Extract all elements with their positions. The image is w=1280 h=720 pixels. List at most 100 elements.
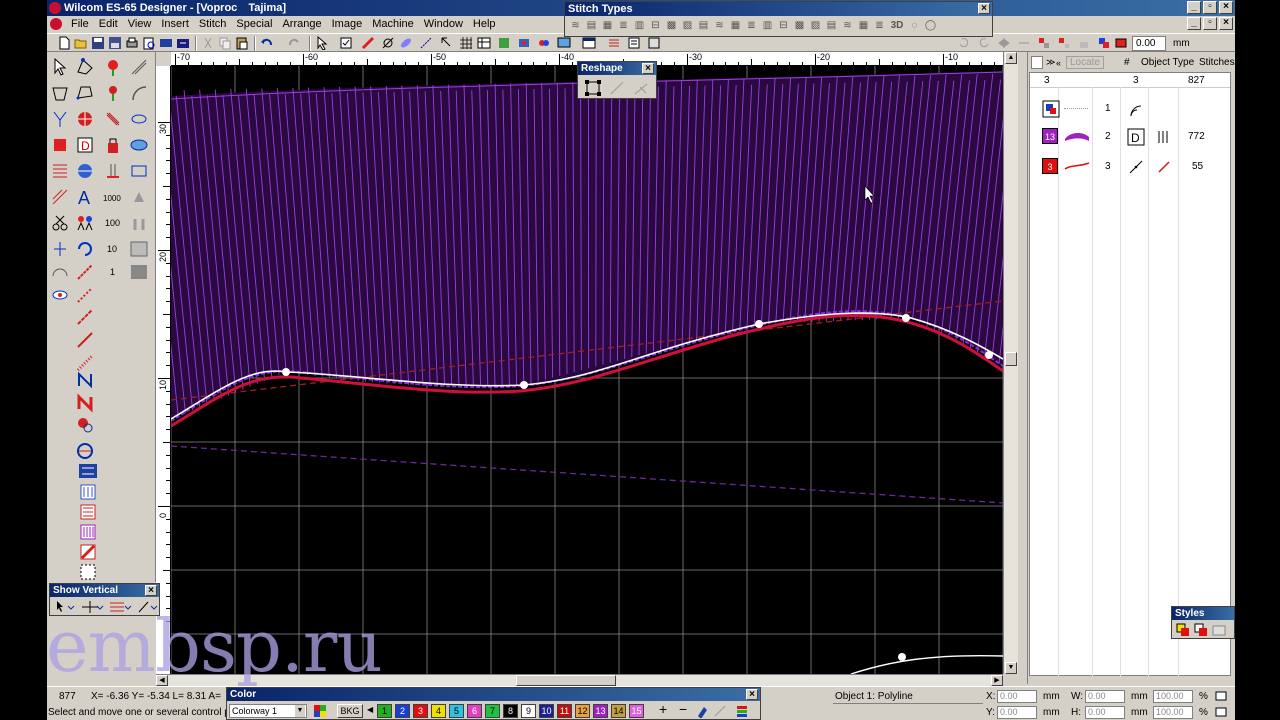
globe-blue-icon[interactable] — [75, 161, 95, 181]
panel-close-icon[interactable]: × — [1246, 57, 1252, 68]
reshape-close-button[interactable]: × — [642, 63, 654, 74]
select-arrow-icon[interactable] — [50, 57, 70, 77]
column-header-number[interactable]: # — [1124, 57, 1130, 68]
text-lettering-icon[interactable]: A — [75, 187, 95, 207]
fill-icon[interactable] — [399, 36, 413, 50]
paste-icon[interactable] — [235, 36, 249, 50]
program-split-icon[interactable]: ▦ — [601, 19, 614, 32]
stipple-run-icon[interactable]: ≋ — [713, 19, 726, 32]
monogram-icon[interactable] — [129, 187, 149, 207]
color-swatch-14[interactable]: 14 — [611, 704, 626, 718]
list-item-object-3[interactable]: 3 3 55 — [1030, 153, 1230, 181]
doc-restore-button[interactable]: ▫ — [1203, 17, 1217, 30]
lasso-icon[interactable] — [50, 83, 70, 103]
trapunto-icon[interactable]: ▨ — [809, 19, 822, 32]
knife-icon[interactable] — [50, 109, 70, 129]
height-percent-field[interactable]: 100.00 — [1153, 706, 1193, 719]
doc-close-button[interactable]: × — [1219, 17, 1233, 30]
menu-help[interactable]: Help — [468, 18, 501, 30]
style-remove-icon[interactable] — [1212, 623, 1226, 637]
new-file-icon[interactable] — [57, 36, 71, 50]
fancy-fill-icon[interactable]: ▥ — [633, 19, 646, 32]
color-swatch-5[interactable]: 5 — [449, 704, 464, 718]
number-1000-icon[interactable]: 1000 — [103, 187, 123, 207]
color-swatch-6[interactable]: 6 — [467, 704, 482, 718]
hoop-icon[interactable] — [497, 36, 511, 50]
paint-bucket-icon[interactable] — [103, 135, 123, 155]
reshape-points-icon[interactable] — [584, 79, 602, 97]
show-stitches-icon[interactable] — [339, 36, 353, 50]
satin-pattern-icon[interactable] — [78, 522, 98, 542]
vertical-scroll-thumb[interactable] — [1005, 352, 1017, 366]
polygon-select-icon[interactable] — [75, 83, 95, 103]
menu-arrange[interactable]: Arrange — [277, 18, 326, 30]
radial-fill-icon[interactable]: ▩ — [665, 19, 678, 32]
swatch-scroll-left-icon[interactable]: ◀ — [367, 705, 373, 714]
window-layout-icon[interactable] — [582, 36, 596, 50]
secondary-polyline[interactable] — [850, 654, 1003, 674]
resequence-icon[interactable] — [607, 36, 621, 50]
undo-icon[interactable] — [260, 36, 274, 50]
x-position-field[interactable]: 0.00 — [997, 690, 1037, 703]
rectangle-tool-icon[interactable] — [129, 161, 149, 181]
pan-mode-icon[interactable] — [80, 600, 104, 614]
color-swatch-15[interactable]: 15 — [629, 704, 644, 718]
scissors-icon[interactable] — [50, 213, 70, 233]
export-icon[interactable] — [176, 36, 190, 50]
list-item-object-1[interactable]: 1 — [1030, 95, 1230, 123]
needle-run-icon[interactable] — [75, 262, 95, 282]
save-as-icon[interactable] — [108, 36, 122, 50]
collapse-icon[interactable]: « — [1056, 58, 1061, 68]
color-select-icon[interactable] — [1114, 36, 1128, 50]
step-stitch-icon[interactable]: ≣ — [617, 19, 630, 32]
number-100-icon[interactable]: 100 — [103, 213, 123, 233]
document-icon[interactable] — [50, 18, 62, 30]
tatami-pattern-icon[interactable] — [78, 502, 98, 522]
wave-fill-icon[interactable]: ▩ — [793, 19, 806, 32]
blackwork-icon[interactable]: ▦ — [729, 19, 742, 32]
scroll-left-arrow-icon[interactable]: ◀ — [156, 675, 168, 686]
height-field[interactable]: 0.00 — [1085, 706, 1125, 719]
cut-icon[interactable] — [201, 36, 215, 50]
menu-machine[interactable]: Machine — [367, 18, 419, 30]
menu-view[interactable]: View — [123, 18, 157, 30]
menu-insert[interactable]: Insert — [156, 18, 194, 30]
menu-file[interactable]: File — [66, 18, 94, 30]
three-d-icon[interactable] — [537, 36, 551, 50]
globe-red-icon[interactable] — [75, 109, 95, 129]
color-swatch-2[interactable]: 2 — [395, 704, 410, 718]
arch-icon[interactable] — [50, 262, 70, 282]
flower-red-icon[interactable] — [103, 83, 123, 103]
scroll-down-arrow-icon[interactable]: ▼ — [1005, 662, 1017, 674]
show-artwork-icon[interactable] — [361, 36, 375, 50]
number-10-icon[interactable]: 10 — [103, 239, 123, 259]
rotate-cw-icon[interactable] — [977, 36, 991, 50]
rotate-ccw-icon[interactable] — [957, 36, 971, 50]
y-position-field[interactable]: 0.00 — [997, 706, 1037, 719]
fill-satin-icon[interactable] — [103, 109, 123, 129]
design-canvas[interactable] — [171, 66, 1003, 674]
eye-icon[interactable] — [50, 285, 70, 305]
close-button[interactable]: × — [1219, 1, 1233, 14]
control-point[interactable] — [898, 653, 906, 661]
travel-icon[interactable] — [419, 36, 433, 50]
color-blend-icon[interactable]: ▦ — [857, 19, 870, 32]
column-header-object-type[interactable]: Object Type — [1141, 57, 1194, 68]
manual-stitch-icon[interactable] — [75, 330, 95, 350]
design-svg[interactable] — [171, 66, 1003, 674]
copy-icon[interactable] — [218, 36, 232, 50]
accordion-icon[interactable]: ▤ — [825, 19, 838, 32]
remove-color-icon[interactable]: − — [679, 701, 687, 717]
tatami-stitch-icon[interactable]: ▤ — [585, 19, 598, 32]
color-list-icon[interactable] — [735, 704, 749, 718]
motif-fill-icon[interactable]: ▤ — [697, 19, 710, 32]
reshape-angle-icon[interactable] — [632, 79, 650, 97]
color-swatch-10[interactable]: 10 — [539, 704, 554, 718]
apply-size-icon[interactable] — [1214, 706, 1228, 718]
maximize-button[interactable]: ▫ — [1203, 1, 1217, 14]
menu-stitch[interactable]: Stitch — [194, 18, 232, 30]
doc-minimize-button[interactable]: _ — [1187, 17, 1201, 30]
ellipse-blue-icon[interactable] — [129, 135, 149, 155]
width-percent-field[interactable]: 100.00 — [1153, 690, 1193, 703]
satin-raised-icon[interactable]: ▥ — [761, 19, 774, 32]
